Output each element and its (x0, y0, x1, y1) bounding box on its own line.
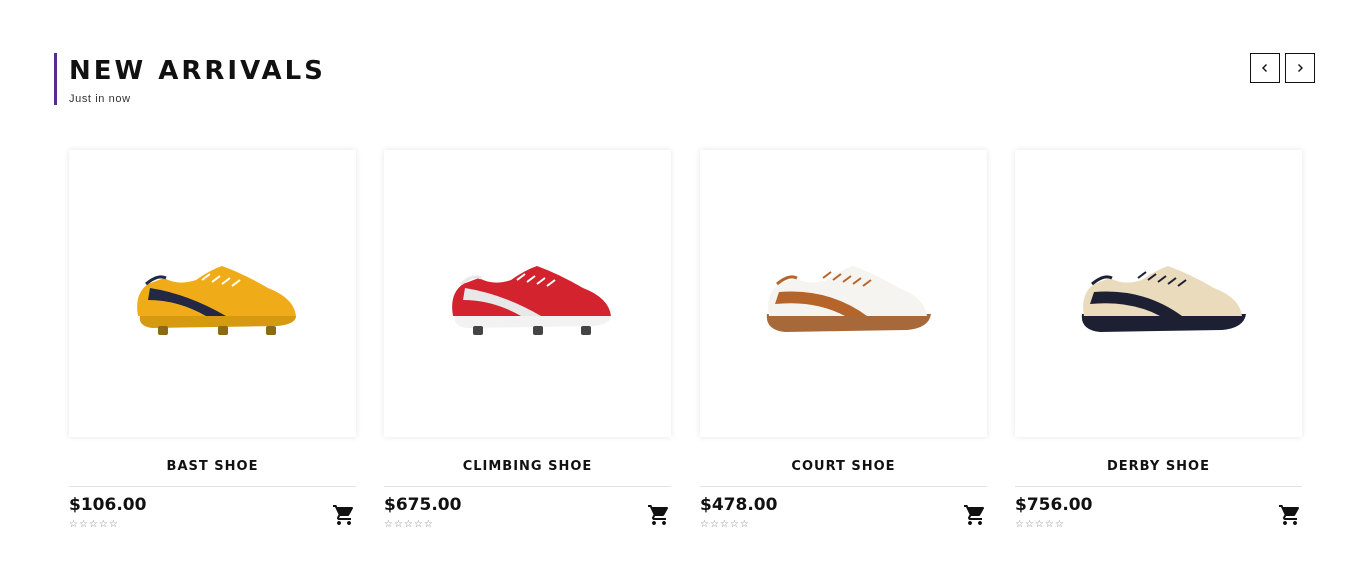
product-card: CLIMBING SHOE $675.00 ☆☆☆☆☆ (384, 150, 671, 543)
product-name[interactable]: COURT SHOE (700, 459, 987, 475)
product-image[interactable] (1015, 150, 1302, 437)
shopping-cart-icon[interactable] (647, 503, 671, 527)
shopping-cart-icon[interactable] (1278, 503, 1302, 527)
carousel-next-button[interactable] (1285, 53, 1315, 83)
section-subtitle: Just in now (69, 93, 131, 105)
product-card: COURT SHOE $478.00 ☆☆☆☆☆ (700, 150, 987, 543)
product-image[interactable] (700, 150, 987, 437)
product-price: $756.00 (1015, 495, 1093, 515)
shoe-image (766, 265, 931, 332)
rating-stars: ☆☆☆☆☆ (1015, 519, 1065, 530)
product-card: BAST SHOE $106.00 ☆☆☆☆☆ (69, 150, 356, 543)
product-price: $106.00 (69, 495, 147, 515)
section-title: NEW ARRIVALS (69, 56, 326, 86)
product-name[interactable]: BAST SHOE (69, 459, 356, 475)
chevron-right-icon (1298, 64, 1303, 72)
product-price: $478.00 (700, 495, 778, 515)
carousel-prev-button[interactable] (1250, 53, 1280, 83)
rating-stars: ☆☆☆☆☆ (384, 519, 434, 530)
product-image[interactable] (69, 150, 356, 437)
product-footer: $478.00 ☆☆☆☆☆ (700, 487, 987, 543)
product-card: DERBY SHOE $756.00 ☆☆☆☆☆ (1015, 150, 1302, 543)
product-footer: $106.00 ☆☆☆☆☆ (69, 487, 356, 543)
product-name[interactable]: CLIMBING SHOE (384, 459, 671, 475)
product-price: $675.00 (384, 495, 462, 515)
product-name[interactable]: DERBY SHOE (1015, 459, 1302, 475)
rating-stars: ☆☆☆☆☆ (700, 519, 750, 530)
product-footer: $675.00 ☆☆☆☆☆ (384, 487, 671, 543)
section-header: NEW ARRIVALS Just in now (54, 53, 326, 105)
shoe-image (451, 265, 611, 335)
rating-stars: ☆☆☆☆☆ (69, 519, 119, 530)
product-image[interactable] (384, 150, 671, 437)
chevron-left-icon (1262, 64, 1267, 72)
shopping-cart-icon[interactable] (332, 503, 356, 527)
shopping-cart-icon[interactable] (963, 503, 987, 527)
product-footer: $756.00 ☆☆☆☆☆ (1015, 487, 1302, 543)
shoe-image (136, 265, 296, 335)
shoe-image (1081, 265, 1246, 332)
